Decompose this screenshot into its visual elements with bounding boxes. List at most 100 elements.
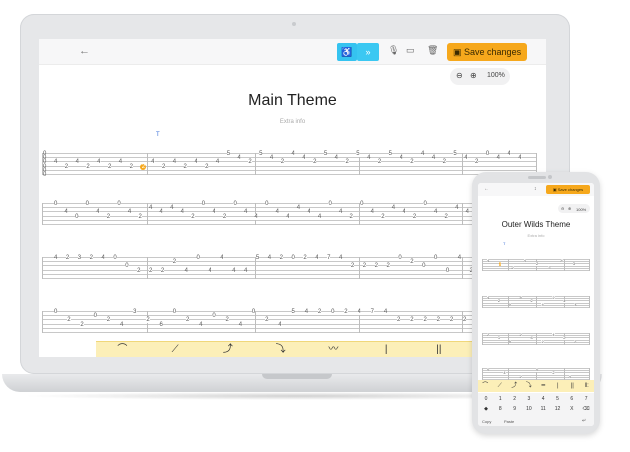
phone-fret-note[interactable]: 2 — [519, 333, 522, 337]
fret-note[interactable]: 0 — [423, 201, 427, 207]
phone-fret-note[interactable]: 3 — [574, 302, 577, 307]
fret-note[interactable]: 4 — [391, 205, 396, 212]
fret-note[interactable]: 4 — [232, 267, 236, 274]
fret-key[interactable]: 1 — [493, 396, 507, 402]
fret-note[interactable]: 4 — [97, 159, 101, 166]
fret-note[interactable]: 2 — [160, 267, 165, 274]
fret-note[interactable]: 2 — [129, 163, 133, 170]
fret-note[interactable]: 0 — [251, 309, 256, 315]
fret-note[interactable]: 2 — [344, 309, 348, 315]
phone-fret-note[interactable]: 0 — [487, 368, 490, 372]
fret-note[interactable]: 0 — [75, 213, 79, 220]
zoom-out-icon[interactable]: ⊖ — [456, 71, 463, 80]
fret-note[interactable]: 2 — [191, 213, 195, 220]
fret-note[interactable]: 0 — [212, 313, 216, 320]
phone-fret-note[interactable]: 2 — [548, 265, 551, 270]
fret-key[interactable]: 5 — [551, 396, 565, 402]
phone-fret-note[interactable]: 2 — [487, 333, 490, 337]
fret-note[interactable]: 4 — [75, 159, 79, 166]
fret-note[interactable]: 2 — [80, 321, 84, 328]
slide-icon[interactable]: ⟋ — [149, 342, 202, 357]
fret-note[interactable]: 3 — [133, 309, 137, 315]
fret-note[interactable]: 0 — [360, 201, 364, 207]
phone-fret-note[interactable]: 4 — [541, 302, 544, 307]
fret-note[interactable]: 4 — [304, 309, 309, 315]
fret-note[interactable]: 0 — [117, 201, 121, 207]
phone-fret-note[interactable]: 5 — [508, 339, 511, 344]
fret-note[interactable]: 2 — [436, 317, 440, 324]
fret-note[interactable]: 2 — [138, 213, 142, 220]
fret-note[interactable]: 0 — [54, 201, 58, 207]
fret-note[interactable]: 2 — [423, 317, 427, 324]
phone-fret-note[interactable]: 5 — [519, 296, 522, 300]
fret-note[interactable]: 4 — [296, 205, 301, 212]
back-arrow-icon[interactable]: ← — [79, 45, 90, 57]
phone-technique-icon[interactable]: ⤴ — [507, 380, 522, 392]
fret-note[interactable]: 7 — [327, 255, 331, 261]
fret-note[interactable]: 4 — [54, 255, 58, 261]
phone-fret-note[interactable]: 4 — [487, 259, 490, 263]
fret-key[interactable]: 7 — [579, 396, 593, 402]
fret-note[interactable]: 2 — [67, 317, 71, 324]
fret-note[interactable]: 2 — [412, 213, 417, 220]
fret-key[interactable]: 4 — [536, 396, 550, 402]
fret-note[interactable]: 4 — [244, 209, 248, 216]
fret-note[interactable]: 4 — [464, 155, 468, 162]
selected-fret-note[interactable]: 2 — [140, 163, 147, 170]
fret-note[interactable]: 2 — [317, 309, 322, 315]
fret-note[interactable]: 5 — [356, 151, 360, 157]
phone-song-title[interactable]: Outer Wilds Theme — [478, 220, 594, 229]
phone-tab-staff-row[interactable]: 0 4 2 0 2 4 — [482, 368, 590, 380]
fret-note[interactable]: 2 — [205, 163, 209, 170]
fret-note[interactable]: 2 — [410, 259, 414, 266]
fret-note[interactable]: 4 — [238, 321, 243, 328]
fret-note[interactable]: 4 — [455, 205, 459, 212]
fret-note[interactable]: 4 — [172, 159, 177, 166]
phone-technique-icon[interactable]: ⤵ — [522, 380, 537, 392]
fret-note[interactable]: 2 — [463, 317, 467, 324]
fret-note[interactable]: 4 — [194, 159, 198, 166]
fret-key[interactable]: 6 — [565, 396, 579, 402]
fret-note[interactable]: 0 — [201, 201, 206, 207]
fret-note[interactable]: 2 — [410, 317, 414, 324]
fret-note[interactable]: 4 — [170, 205, 174, 212]
fret-note[interactable]: 2 — [374, 263, 378, 270]
phone-tab-staff-row[interactable]: 4 2 0 5 2 4 2 4 3 — [482, 296, 590, 308]
fret-note[interactable]: 0 — [485, 151, 490, 157]
fret-note[interactable]: 2 — [146, 317, 150, 324]
phone-fret-note[interactable]: 4 — [530, 336, 533, 341]
fret-note[interactable]: 4 — [302, 155, 306, 162]
phone-fret-note[interactable]: 4 — [560, 259, 563, 263]
fret-note[interactable]: 4 — [254, 213, 258, 220]
panel-icon[interactable]: ▭ — [406, 45, 415, 56]
fret-note[interactable]: 0 — [125, 263, 129, 270]
fret-note[interactable]: 4 — [315, 255, 319, 261]
fret-note[interactable]: 0 — [422, 263, 426, 270]
slur-icon[interactable]: ⌒ — [96, 342, 149, 357]
fret-note[interactable]: 4 — [127, 209, 132, 216]
fret-note[interactable]: 4 — [275, 209, 279, 216]
fret-note[interactable]: 6 — [159, 321, 163, 328]
fret-note[interactable]: 4 — [269, 155, 274, 162]
fret-note[interactable]: 4 — [199, 321, 203, 328]
fret-note[interactable]: 0 — [434, 255, 438, 261]
fret-note[interactable]: 4 — [184, 267, 188, 274]
phone-tab-staff-row[interactable]: 2 1 5 2 4 2 4 2 2 — [482, 333, 590, 345]
phone-fret-note[interactable]: 4 — [523, 259, 526, 263]
fret-note[interactable]: 0 — [233, 201, 237, 207]
fret-note[interactable]: 5 — [255, 255, 260, 261]
fret-note[interactable]: 2 — [265, 317, 269, 324]
fret-note[interactable]: 4 — [278, 321, 282, 328]
phone-fret-note[interactable]: 4 — [568, 374, 571, 379]
fret-note[interactable]: 4 — [64, 209, 68, 216]
song-title[interactable]: Main Theme — [39, 92, 546, 110]
fret-note[interactable]: 2 — [185, 317, 190, 324]
phone-fret-note[interactable]: 4 — [487, 296, 490, 300]
fret-note[interactable]: 2 — [410, 159, 414, 166]
fret-note[interactable]: 4 — [431, 155, 436, 162]
fret-note[interactable]: 2 — [377, 159, 382, 166]
fret-key[interactable]: 10 — [522, 406, 536, 412]
fret-note[interactable]: 5 — [259, 151, 263, 157]
phone-fret-note[interactable]: 3 — [572, 262, 575, 267]
fret-note[interactable]: 7 — [370, 309, 374, 315]
